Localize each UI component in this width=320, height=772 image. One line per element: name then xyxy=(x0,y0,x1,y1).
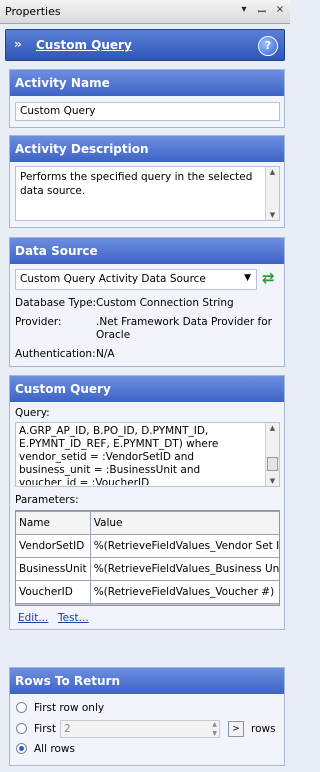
activity-header: » Custom Query ? xyxy=(5,29,285,61)
parameters-label: Parameters: xyxy=(15,494,79,506)
first-count-input[interactable]: 2 ▲ ▼ xyxy=(60,720,220,738)
database-type-value: Custom Connection String xyxy=(96,297,234,309)
param-value[interactable]: %(RetrieveFieldValues_Voucher #) xyxy=(89,580,279,604)
table-header-row: Name Value xyxy=(16,511,279,535)
data-source-panel: Data Source Custom Query Activity Data S… xyxy=(9,237,285,367)
query-textarea[interactable]: A.GRP_AP_ID, B.PO_ID, D.PYMNT_ID, E.PYMN… xyxy=(15,422,280,487)
window-controls: ▾ ꟷ × xyxy=(238,4,286,18)
table-row[interactable]: VoucherID %(RetrieveFieldValues_Voucher … xyxy=(16,580,279,604)
edit-link[interactable]: Edit... xyxy=(18,612,48,624)
database-type-label: Database Type: xyxy=(15,297,97,309)
window-title: Properties xyxy=(5,5,61,18)
activity-description-heading: Activity Description xyxy=(10,136,284,162)
first-row-only-radio[interactable] xyxy=(16,702,27,713)
dropdown-arrow-icon[interactable]: ▾ xyxy=(238,4,250,18)
activity-name-input[interactable]: Custom Query xyxy=(15,102,280,121)
data-source-heading: Data Source xyxy=(10,238,284,264)
column-header-name[interactable]: Name xyxy=(16,511,91,535)
first-count-value: 2 xyxy=(64,723,71,735)
chevron-down-icon[interactable]: ▼ xyxy=(244,273,251,283)
activity-description-textarea[interactable]: Performs the specified query in the sele… xyxy=(15,166,280,221)
scroll-down-icon[interactable]: ▼ xyxy=(266,477,279,485)
test-link[interactable]: Test... xyxy=(58,612,89,624)
activity-name-value: Custom Query xyxy=(20,105,96,117)
param-name[interactable]: VoucherID xyxy=(16,580,91,604)
spinner-down-icon[interactable]: ▼ xyxy=(212,730,217,737)
activity-name-panel: Activity Name Custom Query xyxy=(9,69,285,128)
custom-query-panel: Custom Query Query: A.GRP_AP_ID, B.PO_ID… xyxy=(9,375,285,630)
rows-to-return-heading: Rows To Return xyxy=(10,668,284,694)
query-label: Query: xyxy=(15,407,50,419)
spinner-up-icon[interactable]: ▲ xyxy=(212,721,217,728)
custom-query-heading: Custom Query xyxy=(10,376,284,402)
first-row-only-label[interactable]: First row only xyxy=(34,702,104,714)
help-icon[interactable]: ? xyxy=(258,36,278,56)
all-rows-label[interactable]: All rows xyxy=(34,743,75,755)
provider-value: .Net Framework Data Provider for Oracle xyxy=(96,316,272,341)
activity-title-link[interactable]: Custom Query xyxy=(36,38,132,52)
description-scrollbar[interactable]: ▲ ▼ xyxy=(265,167,279,220)
activity-description-text: Performs the specified query in the sele… xyxy=(20,171,253,197)
increment-button[interactable]: > xyxy=(228,721,244,737)
table-row[interactable]: BusinessUnit %(RetrieveFieldValues_Busin… xyxy=(16,557,279,581)
parameters-table: Name Value VendorSetID %(RetrieveFieldVa… xyxy=(16,511,279,604)
activity-name-heading: Activity Name xyxy=(10,70,284,96)
close-icon[interactable]: × xyxy=(274,4,286,18)
first-n-radio[interactable] xyxy=(16,723,27,734)
column-header-value[interactable]: Value xyxy=(89,511,279,535)
collapse-chevron-icon[interactable]: » xyxy=(14,37,22,51)
scroll-up-icon[interactable]: ▲ xyxy=(266,168,279,176)
query-scrollbar[interactable]: ▲ ▼ xyxy=(265,423,279,486)
param-value[interactable]: %(RetrieveFieldValues_Business Unit) xyxy=(89,557,279,581)
authentication-value: N/A xyxy=(96,348,115,360)
provider-label: Provider: xyxy=(15,316,62,328)
refresh-icon[interactable]: ⇄ xyxy=(262,269,275,287)
parameters-grid: Name Value VendorSetID %(RetrieveFieldVa… xyxy=(15,510,280,606)
first-n-label[interactable]: First xyxy=(34,723,56,735)
data-source-selected: Custom Query Activity Data Source xyxy=(20,273,206,285)
data-source-select[interactable]: Custom Query Activity Data Source ▼ xyxy=(15,269,257,290)
all-rows-radio[interactable] xyxy=(16,743,27,754)
param-value[interactable]: %(RetrieveFieldValues_Vendor Set ID) xyxy=(89,534,279,558)
rows-to-return-panel: Rows To Return First row only First 2 ▲ … xyxy=(9,667,285,766)
properties-titlebar: Properties ▾ ꟷ × xyxy=(0,0,290,24)
scroll-up-icon[interactable]: ▲ xyxy=(266,424,279,432)
param-name[interactable]: VendorSetID xyxy=(16,534,91,558)
activity-description-panel: Activity Description Performs the specif… xyxy=(9,135,285,228)
query-scroll-thumb[interactable] xyxy=(267,457,278,471)
table-row[interactable]: VendorSetID %(RetrieveFieldValues_Vendor… xyxy=(16,534,279,558)
authentication-label: Authentication: xyxy=(15,348,96,360)
param-name[interactable]: BusinessUnit xyxy=(16,557,91,581)
scroll-down-icon[interactable]: ▼ xyxy=(266,211,279,219)
pin-icon[interactable]: ꟷ xyxy=(256,4,268,18)
query-text: A.GRP_AP_ID, B.PO_ID, D.PYMNT_ID, E.PYMN… xyxy=(19,425,219,485)
rows-suffix-label: rows xyxy=(251,723,276,735)
